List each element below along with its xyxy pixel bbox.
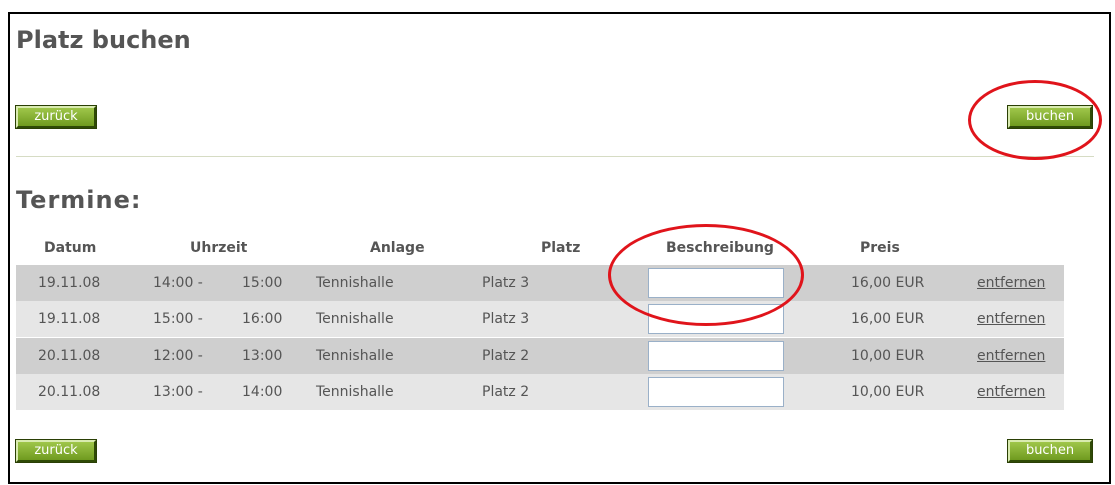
cell-date: 19.11.08 xyxy=(38,275,101,291)
back-button-bottom[interactable]: zurück xyxy=(15,439,97,463)
book-button-bottom[interactable]: buchen xyxy=(1007,439,1093,463)
cell-facility: Tennishalle xyxy=(316,348,394,364)
cell-time-to: 16:00 xyxy=(242,311,283,327)
book-button-top[interactable]: buchen xyxy=(1007,105,1093,129)
cell-court: Platz 2 xyxy=(482,348,530,364)
page-title: Platz buchen xyxy=(16,26,191,54)
column-header-court: Platz xyxy=(541,240,581,256)
cell-time-to: 13:00 xyxy=(242,348,283,364)
cell-facility: Tennishalle xyxy=(316,311,394,327)
cell-facility: Tennishalle xyxy=(316,384,394,400)
cell-price: 16,00 EUR xyxy=(851,311,925,327)
column-header-time: Uhrzeit xyxy=(190,240,248,256)
cell-time-from: 14:00 - xyxy=(153,275,203,291)
cell-date: 20.11.08 xyxy=(38,348,101,364)
cell-date: 19.11.08 xyxy=(38,311,101,327)
column-header-price: Preis xyxy=(860,240,900,256)
cell-time-from: 12:00 - xyxy=(153,348,203,364)
section-divider xyxy=(16,156,1094,157)
remove-link[interactable]: entfernen xyxy=(977,384,1045,400)
remove-link[interactable]: entfernen xyxy=(977,275,1045,291)
table-row: 20.11.08 12:00 - 13:00 Tennishalle Platz… xyxy=(16,338,1064,374)
table-row: 20.11.08 13:00 - 14:00 Tennishalle Platz… xyxy=(16,374,1064,410)
column-header-date: Datum xyxy=(44,240,97,256)
cell-time-to: 15:00 xyxy=(242,275,283,291)
section-title: Termine: xyxy=(16,186,142,214)
description-input[interactable] xyxy=(648,304,784,334)
cell-court: Platz 3 xyxy=(482,275,530,291)
column-header-description: Beschreibung xyxy=(666,240,774,256)
cell-date: 20.11.08 xyxy=(38,384,101,400)
cell-court: Platz 2 xyxy=(482,384,530,400)
cell-facility: Tennishalle xyxy=(316,275,394,291)
cell-time-from: 15:00 - xyxy=(153,311,203,327)
table-row: 19.11.08 14:00 - 15:00 Tennishalle Platz… xyxy=(16,265,1064,301)
description-input[interactable] xyxy=(648,377,784,407)
cell-price: 10,00 EUR xyxy=(851,384,925,400)
description-input[interactable] xyxy=(648,341,784,371)
cell-time-from: 13:00 - xyxy=(153,384,203,400)
cell-price: 16,00 EUR xyxy=(851,275,925,291)
back-button-top[interactable]: zurück xyxy=(15,105,97,129)
cell-price: 10,00 EUR xyxy=(851,348,925,364)
cell-court: Platz 3 xyxy=(482,311,530,327)
column-header-facility: Anlage xyxy=(370,240,425,256)
remove-link[interactable]: entfernen xyxy=(977,348,1045,364)
description-input[interactable] xyxy=(648,268,784,298)
table-row: 19.11.08 15:00 - 16:00 Tennishalle Platz… xyxy=(16,301,1064,337)
cell-time-to: 14:00 xyxy=(242,384,283,400)
remove-link[interactable]: entfernen xyxy=(977,311,1045,327)
